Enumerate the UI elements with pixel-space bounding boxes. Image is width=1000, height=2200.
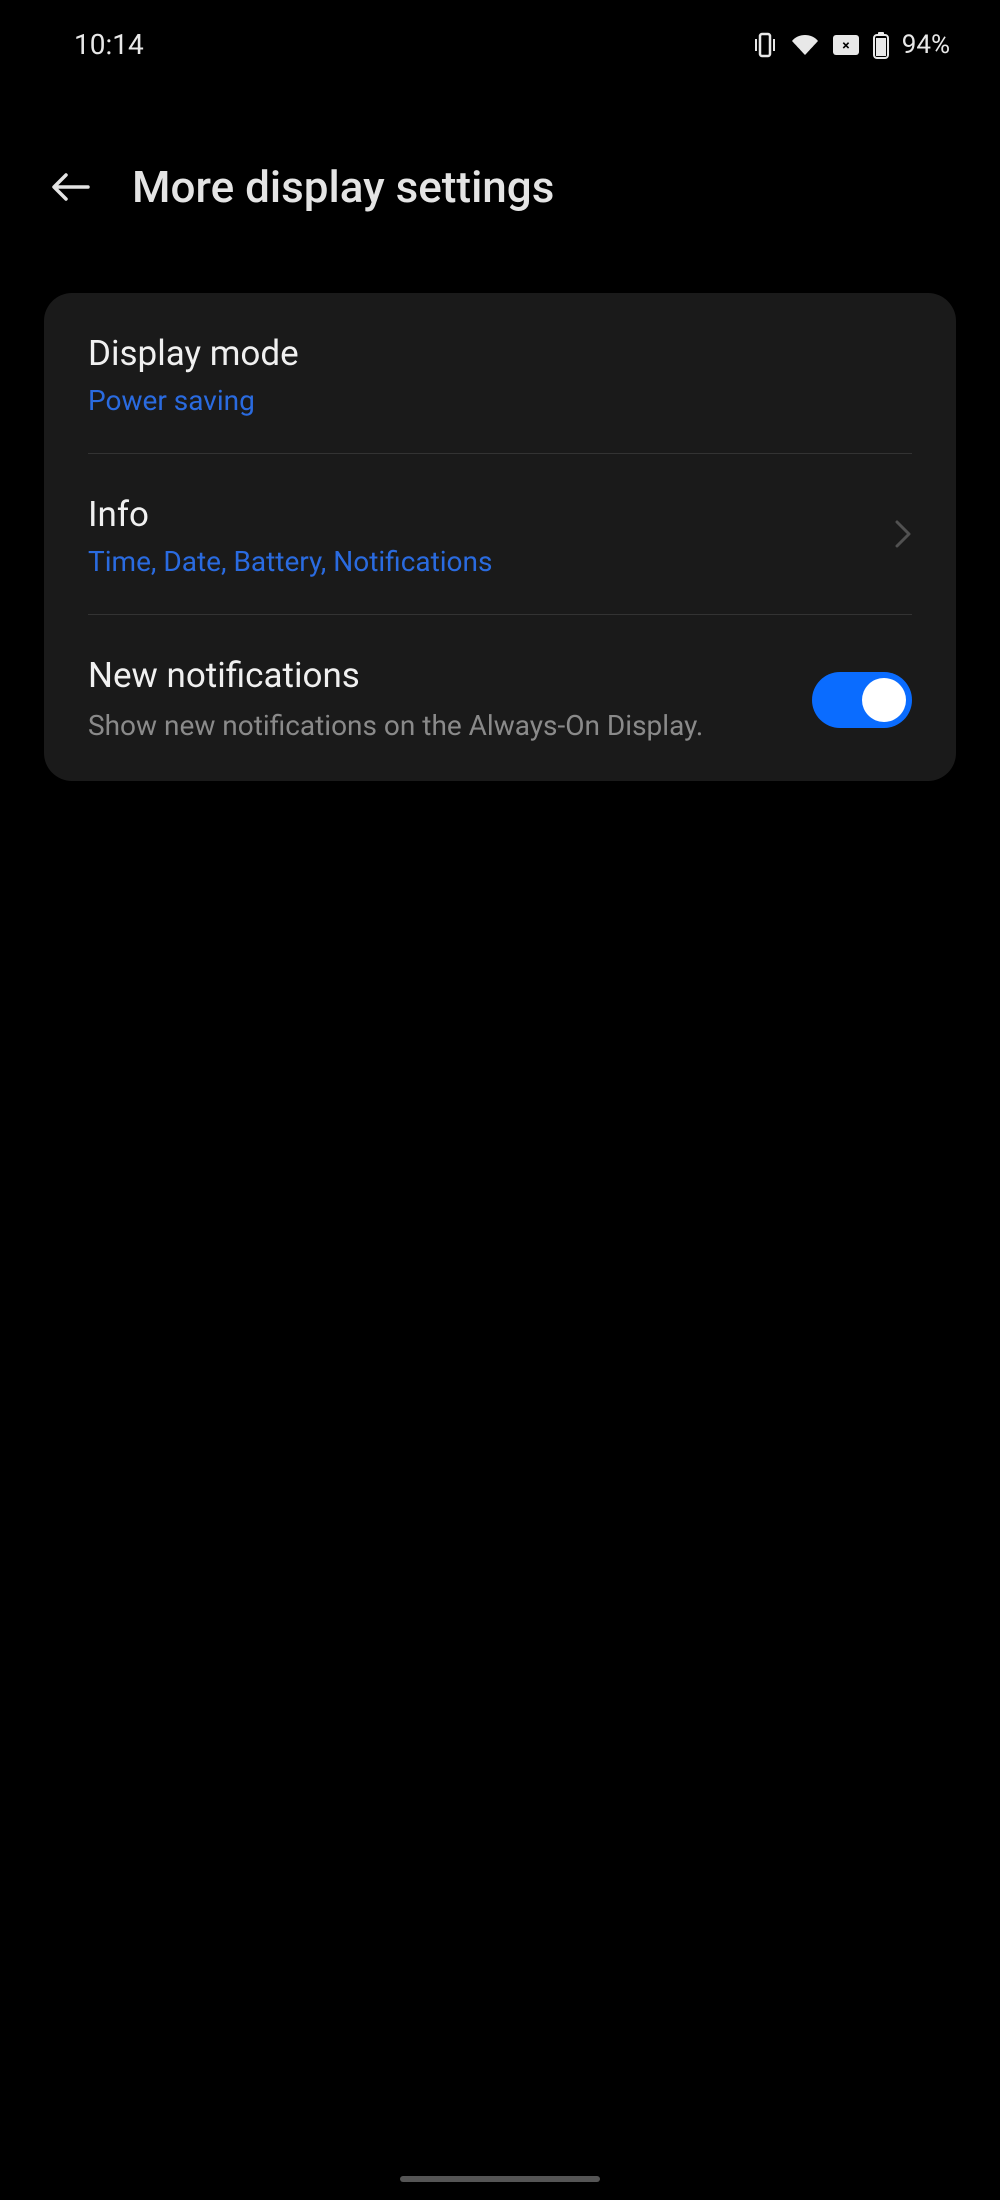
wifi-icon	[790, 33, 820, 57]
battery-icon	[872, 31, 890, 59]
setting-subtitle: Show new notifications on the Always-On …	[88, 706, 708, 745]
back-button[interactable]	[50, 165, 94, 209]
toggle-thumb	[862, 678, 906, 722]
arrow-left-icon	[50, 165, 94, 209]
header: More display settings	[0, 81, 1000, 263]
setting-title: New notifications	[88, 655, 812, 696]
battery-percent: 94%	[902, 30, 950, 60]
setting-subtitle: Time, Date, Battery, Notifications	[88, 545, 894, 578]
notifications-toggle[interactable]	[812, 672, 912, 728]
setting-text: Display mode Power saving	[88, 333, 912, 417]
settings-card: Display mode Power saving Info Time, Dat…	[44, 293, 956, 781]
setting-new-notifications[interactable]: New notifications Show new notifications…	[44, 615, 956, 781]
vibrate-icon	[752, 31, 778, 59]
status-bar: 10:14 × 94%	[0, 0, 1000, 81]
setting-text: Info Time, Date, Battery, Notifications	[88, 494, 894, 578]
status-icons: × 94%	[752, 30, 950, 60]
setting-title: Info	[88, 494, 894, 535]
setting-display-mode[interactable]: Display mode Power saving	[44, 293, 956, 453]
sim-icon: ×	[832, 34, 860, 56]
svg-text:×: ×	[842, 38, 849, 54]
setting-text: New notifications Show new notifications…	[88, 655, 812, 745]
setting-subtitle: Power saving	[88, 384, 912, 417]
status-time: 10:14	[74, 28, 144, 61]
page-title: More display settings	[132, 161, 554, 213]
home-indicator[interactable]	[400, 2176, 600, 2182]
chevron-right-icon	[894, 519, 912, 553]
setting-info[interactable]: Info Time, Date, Battery, Notifications	[44, 454, 956, 614]
setting-title: Display mode	[88, 333, 912, 374]
